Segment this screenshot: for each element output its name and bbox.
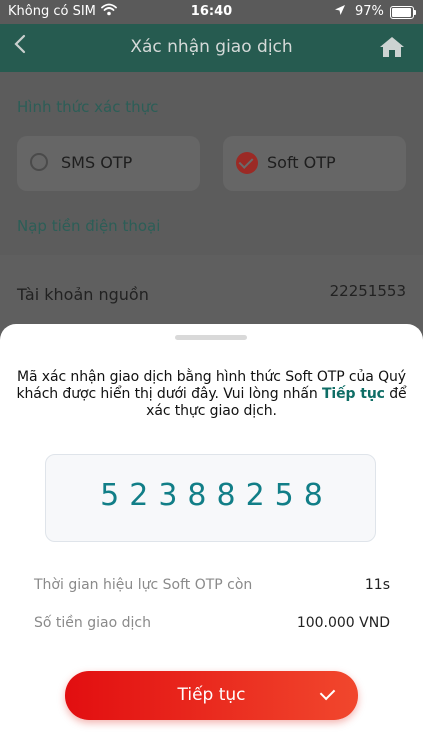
amount-value: 100.000 VND <box>296 615 390 631</box>
option-label: Soft OTP <box>267 153 336 172</box>
source-account-label: Tài khoản nguồn <box>17 285 149 304</box>
validity-label: Thời gian hiệu lực Soft OTP còn <box>34 577 253 593</box>
radio-checked-icon <box>236 152 258 174</box>
continue-button[interactable]: Tiếp tục <box>65 671 358 720</box>
amount-label: Số tiền giao dịch <box>34 615 151 631</box>
option-sms-otp[interactable]: SMS OTP <box>17 136 200 191</box>
location-arrow-icon <box>334 4 346 20</box>
option-soft-otp[interactable]: Soft OTP <box>223 136 406 191</box>
source-account-row: Tài khoản nguồn 22251553 <box>0 255 423 335</box>
option-label: SMS OTP <box>61 153 133 172</box>
continue-button-label: Tiếp tục <box>177 685 246 705</box>
auth-method-label: Hình thức xác thực <box>17 98 159 116</box>
source-account-value: 22251553 <box>329 282 406 300</box>
page-title: Xác nhận giao dịch <box>130 37 293 57</box>
validity-value: 11s <box>364 577 390 593</box>
radio-unchecked-icon <box>30 153 48 171</box>
home-icon[interactable] <box>379 36 405 62</box>
otp-code-box: 52388258 <box>45 454 376 542</box>
status-bar: Không có SIM 16:40 97% <box>0 0 423 24</box>
sheet-drag-handle[interactable] <box>175 335 247 340</box>
app-header: Xác nhận giao dịch <box>0 24 423 72</box>
otp-code: 52388258 <box>100 478 333 513</box>
otp-instruction: Mã xác nhận giao dịch bằng hình thức Sof… <box>14 369 409 420</box>
battery-percent: 97% <box>355 4 384 19</box>
continue-link[interactable]: Tiếp tục <box>322 386 385 402</box>
battery-icon <box>390 6 416 19</box>
service-label: Nạp tiền điện thoại <box>17 217 161 235</box>
otp-bottom-sheet: Mã xác nhận giao dịch bằng hình thức Sof… <box>0 324 423 753</box>
